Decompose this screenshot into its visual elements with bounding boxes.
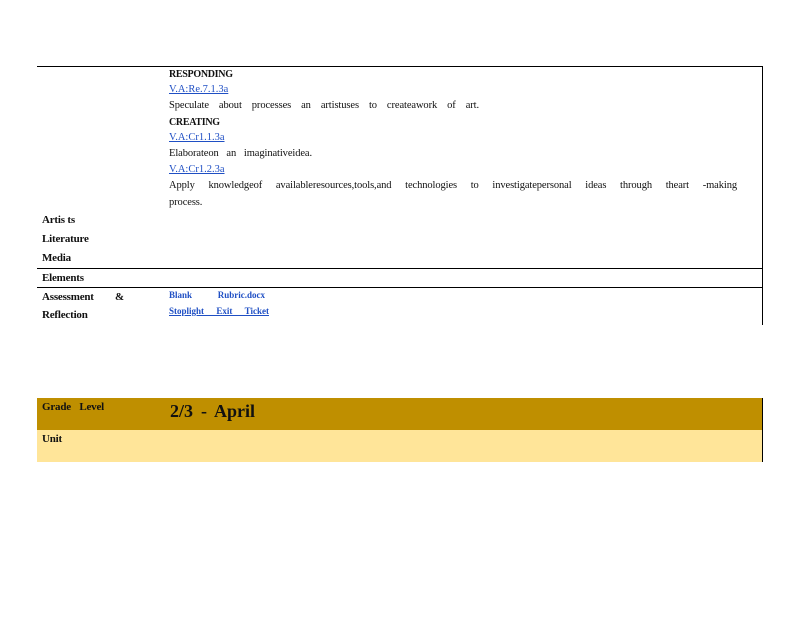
assessment-row-top-border	[37, 287, 763, 288]
creating-standard-text-2: Apply knowledgeof availableresources,too…	[169, 180, 737, 191]
artists-label: Artis ts	[42, 214, 75, 226]
elements-row-top-border	[37, 268, 763, 269]
unit-row: Unit	[37, 430, 763, 462]
stoplight-exit-ticket-link[interactable]: Stoplight Exit Ticket	[169, 306, 269, 316]
creating-standard-text-1: Elaborateon an imaginativeidea.	[169, 148, 312, 159]
reflection-label: Reflection	[42, 309, 88, 321]
creating-heading: CREATING	[169, 117, 220, 128]
table-top-border	[37, 66, 763, 67]
unit-label: Unit	[42, 433, 62, 445]
assessment-label: Assessment	[42, 291, 94, 303]
creating-standard-link-1[interactable]: V.A:Cr1.1.3a	[169, 132, 225, 143]
responding-standard-text: Speculate about processes an artistuses …	[169, 100, 479, 111]
media-label: Media	[42, 252, 71, 264]
grade-level-label: Grade Level	[42, 401, 104, 413]
responding-standard-link[interactable]: V.A:Re.7.1.3a	[169, 84, 228, 95]
grade-table-right-border	[762, 398, 763, 462]
responding-heading: RESPONDING	[169, 69, 233, 80]
elements-label: Elements	[42, 272, 84, 284]
grade-level-value: 2/3 - April	[170, 401, 255, 421]
literature-label: Literature	[42, 233, 89, 245]
creating-standard-text-2-cont: process.	[169, 197, 203, 208]
ampersand-label: &	[115, 291, 124, 303]
grade-level-row: Grade Level 2/3 - April	[37, 398, 763, 430]
blank-rubric-link[interactable]: Blank Rubric.docx	[169, 290, 265, 300]
creating-standard-link-2[interactable]: V.A:Cr1.2.3a	[169, 164, 225, 175]
